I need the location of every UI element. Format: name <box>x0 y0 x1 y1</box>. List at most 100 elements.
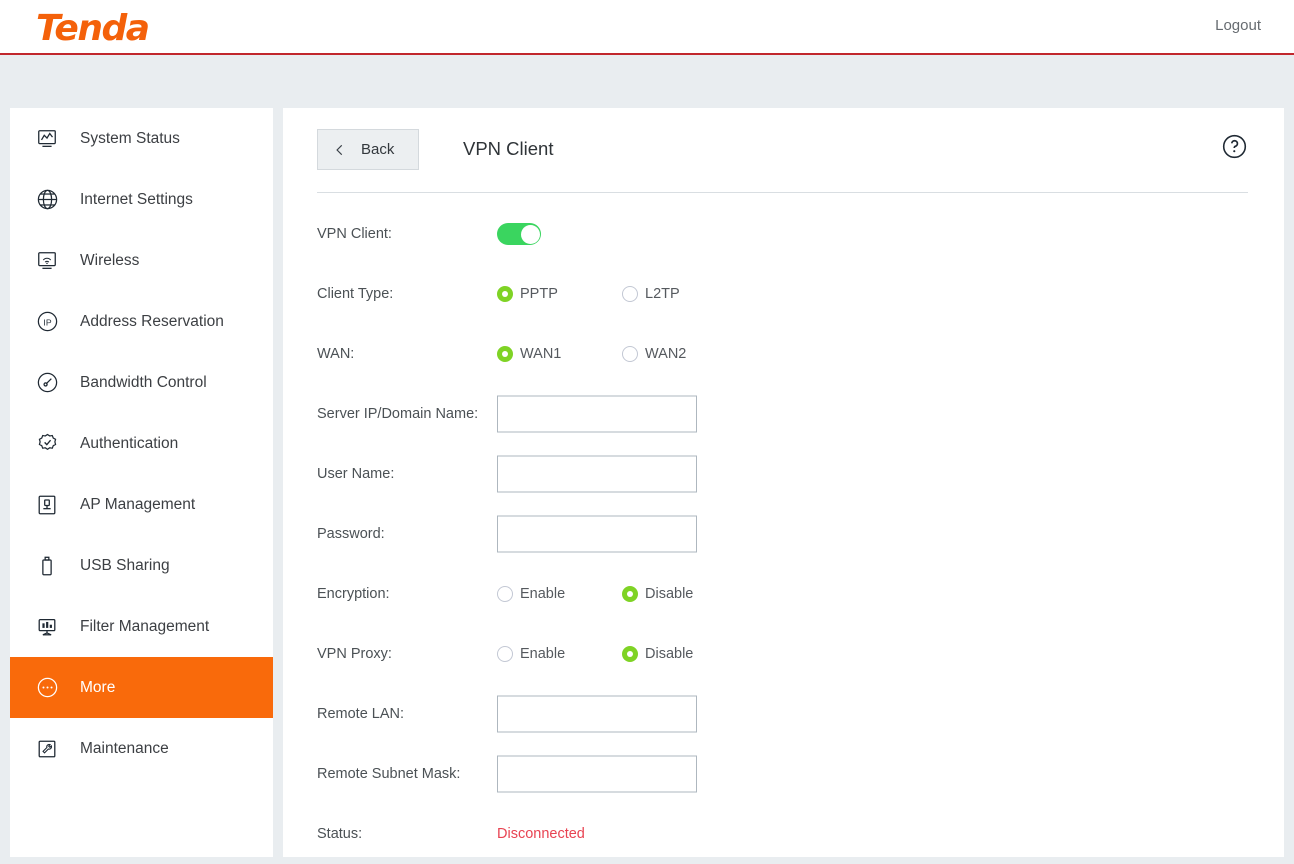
logout-link[interactable]: Logout <box>1215 17 1261 34</box>
server-input[interactable] <box>497 396 697 433</box>
sidebar-item-bandwidth-control[interactable]: Bandwidth Control <box>10 352 273 413</box>
sidebar-item-label: Address Reservation <box>80 313 224 331</box>
sidebar-item-address-reservation[interactable]: IP Address Reservation <box>10 291 273 352</box>
sidebar-item-label: Internet Settings <box>80 191 193 209</box>
form-row-vpn-proxy: VPN Proxy: Enable Disable <box>283 624 1284 684</box>
sidebar-item-internet-settings[interactable]: Internet Settings <box>10 169 273 230</box>
wan-label: WAN: <box>317 346 354 362</box>
radio-dot-unselected <box>497 586 513 602</box>
radio-label: WAN1 <box>520 346 561 362</box>
sidebar-item-label: Authentication <box>80 435 178 453</box>
form-row-remote-subnet-mask: Remote Subnet Mask: <box>283 744 1284 804</box>
user-name-field <box>497 456 697 493</box>
password-label: Password: <box>317 526 385 542</box>
radio-dot-selected <box>497 286 513 302</box>
client-type-field: PPTP L2TP <box>497 286 680 302</box>
sidebar-item-label: System Status <box>80 130 180 148</box>
encryption-radio-group: Enable Disable <box>497 586 693 602</box>
radio-vpn-proxy-enable[interactable]: Enable <box>497 646 622 662</box>
server-field <box>497 396 697 433</box>
bar-chart-icon <box>32 612 62 642</box>
vpn-proxy-radio-group: Enable Disable <box>497 646 693 662</box>
monitor-chart-icon <box>32 124 62 154</box>
vpn-client-field <box>497 223 541 245</box>
user-name-label: User Name: <box>317 466 394 482</box>
status-field: Disconnected <box>497 825 585 843</box>
client-type-label: Client Type: <box>317 286 393 302</box>
sidebar-item-filter-management[interactable]: Filter Management <box>10 596 273 657</box>
content-header: Back VPN Client <box>283 108 1284 191</box>
sidebar-item-system-status[interactable]: System Status <box>10 108 273 169</box>
back-button-label: Back <box>361 141 394 158</box>
sidebar-item-label: USB Sharing <box>80 557 170 575</box>
sidebar-item-label: Maintenance <box>80 740 169 758</box>
vpn-proxy-field: Enable Disable <box>497 646 693 662</box>
wan-field: WAN1 WAN2 <box>497 346 686 362</box>
sidebar-item-label: Filter Management <box>80 618 209 636</box>
radio-label: WAN2 <box>645 346 686 362</box>
encryption-label: Encryption: <box>317 586 390 602</box>
client-type-radio-group: PPTP L2TP <box>497 286 680 302</box>
vpn-client-toggle[interactable] <box>497 223 541 245</box>
toggle-knob <box>521 225 540 244</box>
remote-lan-field <box>497 696 697 733</box>
remote-lan-label: Remote LAN: <box>317 706 404 722</box>
question-circle-icon[interactable] <box>1221 133 1248 160</box>
form-row-wan: WAN: WAN1 WAN2 <box>283 324 1284 384</box>
status-badge: Disconnected <box>497 826 585 842</box>
radio-label: Disable <box>645 646 693 662</box>
form-row-encryption: Encryption: Enable Disable <box>283 564 1284 624</box>
wifi-monitor-icon <box>32 246 62 276</box>
form-row-server: Server IP/Domain Name: <box>283 384 1284 444</box>
radio-label: Disable <box>645 586 693 602</box>
radio-dot-unselected <box>622 346 638 362</box>
back-button[interactable]: Back <box>317 129 419 170</box>
sidebar-item-usb-sharing[interactable]: USB Sharing <box>10 535 273 596</box>
remote-lan-input[interactable] <box>497 696 697 733</box>
gauge-icon <box>32 368 62 398</box>
remote-subnet-mask-field <box>497 756 697 793</box>
password-input[interactable] <box>497 516 697 553</box>
vpn-client-label: VPN Client: <box>317 226 392 242</box>
radio-wan-wan1[interactable]: WAN1 <box>497 346 622 362</box>
user-name-input[interactable] <box>497 456 697 493</box>
radio-dot-selected <box>622 586 638 602</box>
password-field <box>497 516 697 553</box>
vpn-proxy-label: VPN Proxy: <box>317 646 392 662</box>
svg-text:IP: IP <box>43 317 51 327</box>
sidebar-item-maintenance[interactable]: Maintenance <box>10 718 273 779</box>
chevron-left-icon <box>333 143 347 157</box>
page-title: VPN Client <box>463 138 553 160</box>
sidebar-item-wireless[interactable]: Wireless <box>10 230 273 291</box>
wrench-icon <box>32 734 62 764</box>
wan-radio-group: WAN1 WAN2 <box>497 346 686 362</box>
radio-encryption-disable[interactable]: Disable <box>622 586 693 602</box>
radio-vpn-proxy-disable[interactable]: Disable <box>622 646 693 662</box>
server-label: Server IP/Domain Name: <box>317 406 478 422</box>
sidebar-item-authentication[interactable]: Authentication <box>10 413 273 474</box>
radio-dot-unselected <box>622 286 638 302</box>
form-row-vpn-client: VPN Client: <box>283 204 1284 264</box>
sidebar-item-more[interactable]: More <box>10 657 273 718</box>
form-row-status: Status: Disconnected <box>283 804 1284 864</box>
radio-client-type-l2tp[interactable]: L2TP <box>622 286 680 302</box>
sidebar-item-label: AP Management <box>80 496 195 514</box>
globe-icon <box>32 185 62 215</box>
sidebar-item-label: More <box>80 679 115 697</box>
radio-dot-selected <box>622 646 638 662</box>
remote-subnet-mask-input[interactable] <box>497 756 697 793</box>
radio-wan-wan2[interactable]: WAN2 <box>622 346 686 362</box>
sidebar-nav: System Status Internet Settings Wireless <box>10 108 273 857</box>
form-row-remote-lan: Remote LAN: <box>283 684 1284 744</box>
form-row-client-type: Client Type: PPTP L2TP <box>283 264 1284 324</box>
status-label: Status: <box>317 826 362 842</box>
radio-encryption-enable[interactable]: Enable <box>497 586 622 602</box>
tenda-logo: Tenda <box>36 8 149 49</box>
top-header-bar: Tenda Logout <box>0 0 1294 55</box>
radio-dot-selected <box>497 346 513 362</box>
form-row-user-name: User Name: <box>283 444 1284 504</box>
access-point-icon <box>32 490 62 520</box>
form-row-password: Password: <box>283 504 1284 564</box>
radio-client-type-pptp[interactable]: PPTP <box>497 286 622 302</box>
sidebar-item-ap-management[interactable]: AP Management <box>10 474 273 535</box>
